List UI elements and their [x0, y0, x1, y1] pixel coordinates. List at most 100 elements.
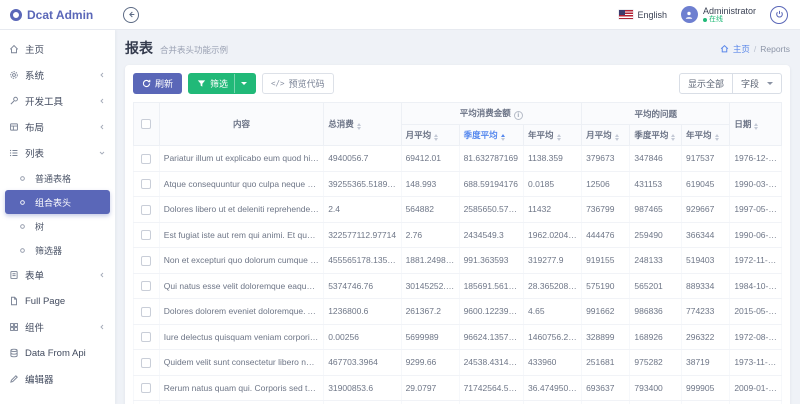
sidebar-item-home[interactable]: 主页	[0, 36, 115, 62]
sort-icon	[501, 134, 505, 141]
cell-month-avg-question: 251681	[582, 350, 630, 376]
database-icon	[9, 348, 19, 358]
row-checkbox[interactable]	[141, 281, 151, 291]
info-icon: i	[514, 111, 523, 120]
sidebar-item-basic-table[interactable]: 普通表格	[5, 166, 110, 190]
language-switcher[interactable]: English	[619, 10, 667, 20]
row-checkbox[interactable]	[141, 179, 151, 189]
cell-quarter-avg-question: 259490	[630, 222, 682, 248]
cell-quarter-avg-question: 987465	[630, 197, 682, 223]
logout-button[interactable]	[770, 6, 788, 24]
col-year-avg-amount[interactable]: 年平均	[524, 125, 582, 146]
col-month-avg-amount[interactable]: 月平均	[401, 125, 459, 146]
col-quarter-avg-question[interactable]: 季度平均	[630, 125, 682, 146]
sidebar-item-data-from-api[interactable]: Data From Api	[0, 340, 115, 366]
user-menu[interactable]: Administrator 在线	[681, 6, 756, 24]
cell-quarter-avg-question: 975282	[630, 350, 682, 376]
preview-code-button[interactable]: </> 预览代码	[262, 73, 334, 94]
cell-month-avg-question: 736799	[582, 197, 630, 223]
sidebar-item-combined-header[interactable]: 组合表头	[5, 190, 110, 214]
sidebar-item-system[interactable]: 系统	[0, 62, 115, 88]
circle-icon	[19, 199, 29, 206]
cell-total: 1236800.6	[324, 299, 401, 325]
cell-quarter-avg-amount: 24538.43141996	[459, 350, 523, 376]
cell-month-avg-amount: 148.993	[401, 171, 459, 197]
col-date[interactable]: 日期	[730, 103, 782, 146]
row-checkbox[interactable]	[141, 383, 151, 393]
cell-year-avg-question: 929667	[681, 197, 729, 223]
cell-date: 1972-11-20	[730, 248, 782, 274]
cell-year-avg-amount: 10749.3078	[524, 401, 582, 404]
components-icon	[9, 322, 19, 332]
sidebar-item-label: 表单	[25, 268, 44, 282]
cell-content: Non et excepturi quo dolorum cumque dolo…	[159, 248, 323, 274]
col-quarter-avg-amount[interactable]: 季度平均	[459, 125, 523, 146]
breadcrumb: 主页 / Reports	[720, 43, 790, 55]
row-checkbox[interactable]	[141, 154, 151, 164]
cell-month-avg-amount: 30145252.744946	[401, 273, 459, 299]
col-month-avg-question[interactable]: 月平均	[582, 125, 630, 146]
sidebar-item-layout[interactable]: 布局	[0, 114, 115, 140]
page-header: 报表 合并表头功能示例 主页 / Reports	[125, 38, 790, 58]
show-all-button[interactable]: 显示全部	[679, 73, 733, 94]
sidebar-item-label: 布局	[25, 120, 44, 134]
chevron-left-icon	[98, 71, 106, 79]
table-row: Ipsa impedit non quia laudantium fugiat …	[134, 401, 782, 404]
circle-icon	[19, 247, 29, 254]
cell-month-avg-question: 575190	[582, 273, 630, 299]
sidebar-item-dev-tools[interactable]: 开发工具	[0, 88, 115, 114]
cell-year-avg-amount: 36.474950915	[524, 375, 582, 401]
grid-toolbar: 刷新 筛选 </> 预览代码 显示全部 字段	[133, 73, 782, 94]
cell-total: 467703.3964	[324, 350, 401, 376]
sidebar-item-label: 组件	[25, 320, 44, 334]
row-checkbox[interactable]	[141, 307, 151, 317]
cell-month-avg-amount: 5699989	[401, 324, 459, 350]
brand[interactable]: Dcat Admin	[0, 8, 115, 22]
sidebar-item-list[interactable]: 列表	[0, 140, 115, 166]
cell-month-avg-amount: 261367.2	[401, 299, 459, 325]
cell-date: 1972-08-15	[730, 324, 782, 350]
row-checkbox[interactable]	[141, 256, 151, 266]
sort-icon	[357, 123, 361, 130]
logo-icon	[10, 9, 22, 21]
sidebar-item-editor[interactable]: 编辑器	[0, 366, 115, 392]
filter-label: 筛选	[210, 77, 228, 90]
cell-total: 4940056.7	[324, 146, 401, 172]
cell-quarter-avg-amount: 2434549.3	[459, 222, 523, 248]
row-checkbox-cell	[134, 248, 160, 274]
col-total[interactable]: 总消费	[324, 103, 401, 146]
cell-quarter-avg-question: 793400	[630, 375, 682, 401]
breadcrumb-home[interactable]: 主页	[733, 43, 750, 55]
refresh-button[interactable]: 刷新	[133, 73, 182, 94]
report-table: 内容 总消费 平均消费金额i 平均的问题 日期 月平均	[133, 102, 782, 404]
sidebar-item-tree[interactable]: 树	[5, 214, 110, 238]
circle-icon	[19, 175, 29, 182]
sidebar-item-components[interactable]: 组件	[0, 314, 115, 340]
col-group-avg-amount: 平均消费金额i	[401, 103, 582, 125]
breadcrumb-separator: /	[754, 44, 756, 54]
power-icon	[775, 10, 784, 19]
cell-year-avg-amount: 319277.9	[524, 248, 582, 274]
cell-month-avg-question: 328899	[582, 324, 630, 350]
list-icon	[9, 148, 19, 158]
cell-year-avg-question: 18395	[681, 401, 729, 404]
row-checkbox-cell	[134, 171, 160, 197]
cell-quarter-avg-question: 431153	[630, 171, 682, 197]
row-checkbox[interactable]	[141, 230, 151, 240]
row-checkbox[interactable]	[141, 332, 151, 342]
columns-button[interactable]: 字段	[732, 73, 782, 94]
row-checkbox[interactable]	[141, 358, 151, 368]
cell-year-avg-question: 917537	[681, 146, 729, 172]
row-checkbox[interactable]	[141, 205, 151, 215]
sidebar-item-form[interactable]: 表单	[0, 262, 115, 288]
sidebar-item-full-page[interactable]: Full Page	[0, 288, 115, 314]
filter-button[interactable]: 筛选	[188, 73, 256, 94]
select-all-checkbox[interactable]	[141, 119, 151, 129]
row-checkbox-cell	[134, 222, 160, 248]
sidebar-item-filter[interactable]: 筛选器	[5, 238, 110, 262]
sidebar-collapse-button[interactable]	[123, 7, 139, 23]
cell-month-avg-question: 91903	[582, 401, 630, 404]
cell-quarter-avg-amount: 185691.561077	[459, 273, 523, 299]
table-row: Pariatur illum ut explicabo eum quod hic…	[134, 146, 782, 172]
col-year-avg-question[interactable]: 年平均	[681, 125, 729, 146]
